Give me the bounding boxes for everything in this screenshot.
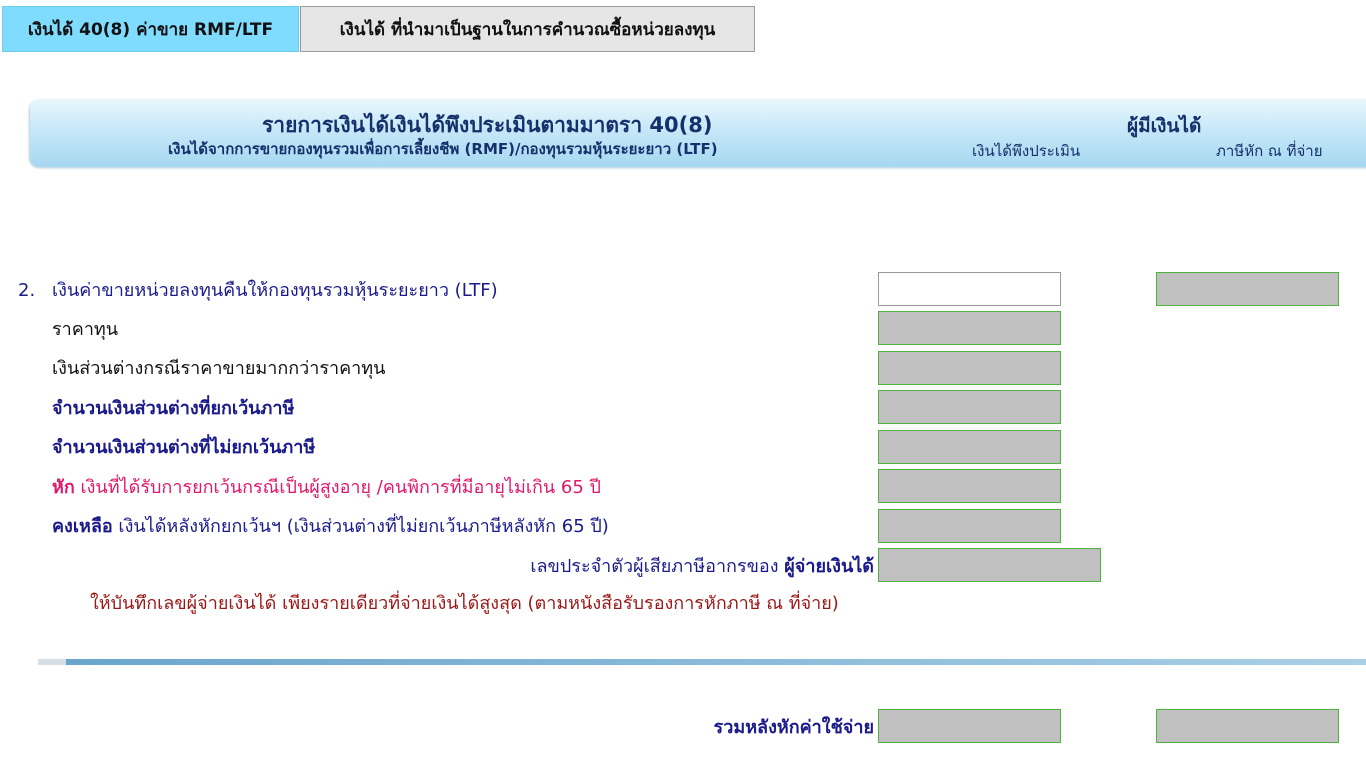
deduct-field (878, 469, 1061, 503)
remaining-prefix: คงเหลือ (52, 516, 113, 537)
non-exempt-difference-field (878, 430, 1061, 464)
section-divider (38, 659, 1366, 665)
remaining-label: คงเหลือ เงินได้หลังหักยกเว้นฯ (เงินส่วนต… (52, 516, 609, 538)
payer-id-label-text: เลขประจำตัวผู้เสียภาษีอากรของ (530, 556, 785, 577)
difference-label: เงินส่วนต่างกรณีราคาขายมากกว่าราคาทุน (52, 358, 386, 379)
tab-base-income[interactable]: เงินได้ ที่นำมาเป็นฐานในการคำนวณซื้อหน่ว… (300, 6, 755, 52)
difference-field (878, 351, 1061, 385)
item-number: 2. (18, 280, 36, 301)
deduct-prefix: หัก (52, 477, 75, 498)
tab-income-40-8[interactable]: เงินได้ 40(8) ค่าขาย RMF/LTF (2, 6, 299, 52)
ltf-sale-amount-input[interactable] (878, 272, 1061, 306)
column-header-withholding-tax: ภาษีหัก ณ ที่จ่าย (1216, 142, 1323, 160)
cost-label: ราคาทุน (52, 319, 119, 340)
total-tax-field (1156, 709, 1339, 743)
total-amount-field (878, 709, 1061, 743)
deduct-label: หัก เงินที่ได้รับการยกเว้นกรณีเป็นผู้สูง… (52, 477, 601, 499)
payer-id-label-bold: ผู้จ่ายเงินได้ (784, 556, 874, 577)
total-after-expenses-label: รวมหลังหักค่าใช้จ่าย (713, 717, 874, 738)
cost-field (878, 311, 1061, 345)
ltf-sale-tax-field (1156, 272, 1339, 306)
payer-id-field (878, 548, 1101, 582)
ltf-sale-label: เงินค่าขายหน่วยลงทุนคืนให้กองทุนรวมหุ้นร… (52, 280, 498, 301)
payer-id-note: ให้บันทึกเลขผู้จ่ายเงินได้ เพียงรายเดียว… (90, 593, 839, 614)
section-subtitle: เงินได้จากการขายกองทุนรวมเพื่อการเลี้ยงช… (168, 140, 718, 158)
exempt-difference-field (878, 390, 1061, 424)
remaining-field (878, 509, 1061, 543)
remaining-text: เงินได้หลังหักยกเว้นฯ (เงินส่วนต่างที่ไม… (112, 516, 609, 537)
tab-base-income-label: เงินได้ ที่นำมาเป็นฐานในการคำนวณซื้อหน่ว… (339, 19, 716, 40)
exempt-difference-label: จำนวนเงินส่วนต่างที่ยกเว้นภาษี (52, 398, 295, 419)
payer-id-label: เลขประจำตัวผู้เสียภาษีอากรของ ผู้จ่ายเงิ… (530, 556, 874, 578)
tab-income-40-8-label: เงินได้ 40(8) ค่าขาย RMF/LTF (27, 19, 274, 40)
column-header-assessable-income: เงินได้พึงประเมิน (972, 142, 1081, 160)
non-exempt-difference-label: จำนวนเงินส่วนต่างที่ไม่ยกเว้นภาษี (52, 437, 316, 458)
income-earner-heading: ผู้มีเงินได้ (1127, 115, 1202, 137)
deduct-text: เงินที่ได้รับการยกเว้นกรณีเป็นผู้สูงอายุ… (74, 477, 601, 498)
